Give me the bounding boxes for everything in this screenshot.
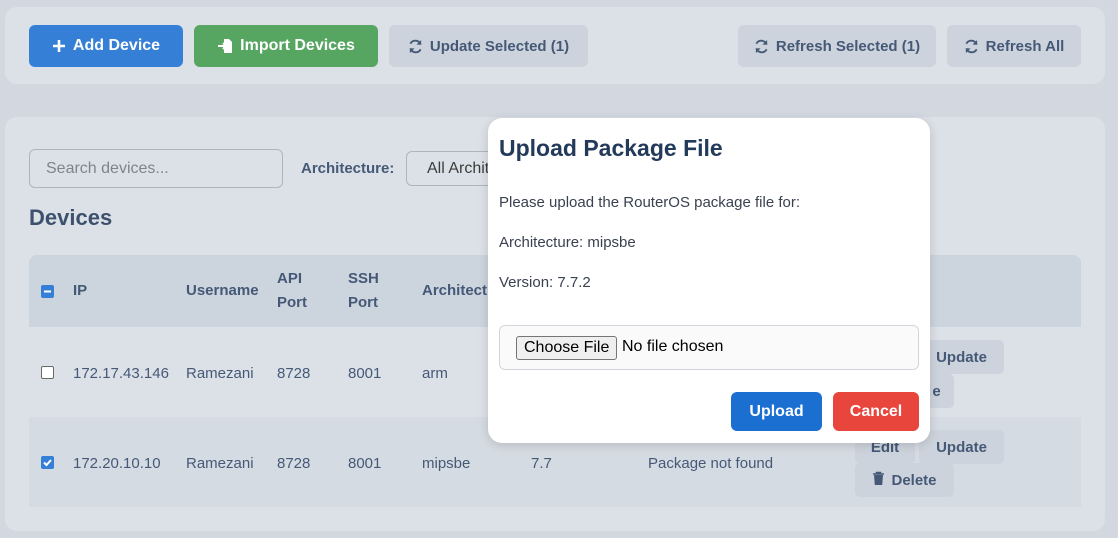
modal-instruction: Please upload the RouterOS package file … [499, 194, 801, 211]
modal-title: Upload Package File [499, 135, 723, 161]
choose-file-button[interactable]: Choose File [516, 336, 618, 360]
modal-version: Version: 7.7.2 [499, 274, 591, 291]
upload-package-modal: Upload Package File Please upload the Ro… [488, 118, 930, 443]
cancel-button[interactable]: Cancel [833, 392, 919, 431]
no-file-text: No file chosen [622, 338, 724, 355]
file-input[interactable]: Choose File No file chosen [499, 325, 919, 370]
upload-button[interactable]: Upload [731, 392, 822, 431]
modal-architecture: Architecture: mipsbe [499, 234, 636, 251]
